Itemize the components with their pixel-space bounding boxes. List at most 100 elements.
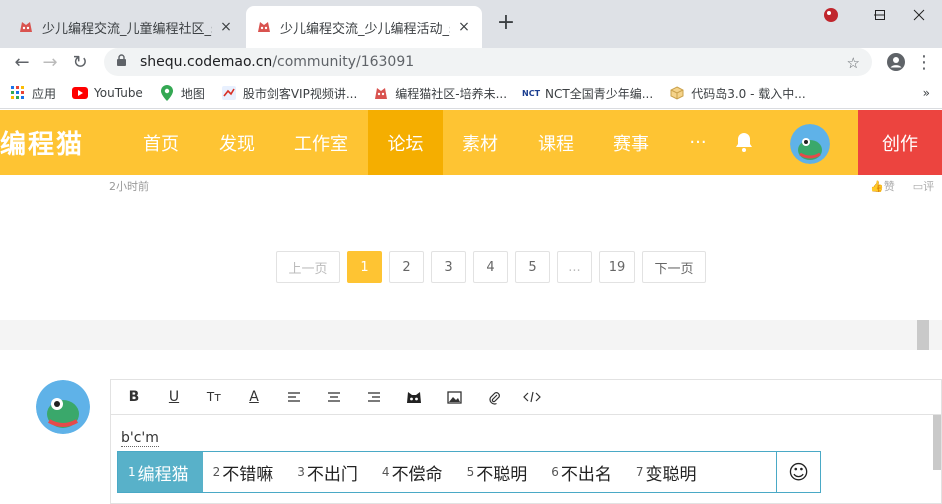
- apps-grid-icon: [10, 85, 26, 101]
- comment-button[interactable]: ▭评: [913, 178, 934, 194]
- image-icon[interactable]: [443, 387, 465, 407]
- nav-courses[interactable]: 课程: [529, 110, 583, 175]
- browser-tab-2[interactable]: 少儿编程交流_少儿编程活动_scra ×: [246, 6, 482, 48]
- font-color-icon[interactable]: A: [243, 387, 265, 407]
- smiley-icon[interactable]: ☺: [776, 452, 820, 492]
- browser-toolbar: ← → ↻ shequ.codemao.cn/community/163091 …: [0, 48, 942, 78]
- editor-toolbar: B U Tт A: [111, 380, 941, 415]
- post-time: 2小时前: [109, 180, 149, 193]
- nav-forum[interactable]: 论坛: [368, 110, 443, 175]
- nav-more[interactable]: ···: [676, 110, 720, 175]
- page-button-2[interactable]: 2: [389, 251, 424, 283]
- candidate-text: 不出门: [306, 464, 358, 485]
- forward-icon[interactable]: →: [38, 50, 62, 74]
- ime-candidate-3[interactable]: 3 不出门: [287, 452, 372, 492]
- comment-label: 评: [923, 180, 935, 193]
- like-label: 赞: [883, 180, 895, 193]
- profile-icon[interactable]: [884, 50, 908, 74]
- align-center-icon[interactable]: [323, 387, 345, 407]
- bookmark-codeisland[interactable]: 代码岛3.0 - 载入中...: [661, 85, 814, 102]
- nav-materials[interactable]: 素材: [453, 110, 507, 175]
- bookmark-label: 地图: [180, 86, 205, 101]
- editor-input-text[interactable]: b'c'm: [121, 430, 159, 447]
- nav-home[interactable]: 首页: [134, 110, 188, 175]
- page-ellipsis: ...: [557, 251, 592, 283]
- ime-candidate-5[interactable]: 5 不聪明: [457, 452, 542, 492]
- menu-kebab-icon[interactable]: ⋮: [912, 50, 936, 74]
- ime-candidate-6[interactable]: 6 不出名: [541, 452, 626, 492]
- url-path: /community/163091: [272, 54, 415, 70]
- header-avatar[interactable]: [790, 124, 830, 164]
- address-bar[interactable]: shequ.codemao.cn/community/163091 ☆: [104, 48, 872, 76]
- bookmark-star-icon[interactable]: ☆: [847, 54, 860, 72]
- bookmark-label: 股市剑客VIP视频讲...: [242, 86, 358, 101]
- ime-candidate-2[interactable]: 2 不错嘛: [203, 452, 288, 492]
- ime-candidate-1[interactable]: 1 编程猫: [118, 452, 203, 492]
- codemao-favicon-icon: [256, 19, 272, 35]
- maps-pin-icon: [159, 85, 175, 101]
- bookmark-nct[interactable]: NCT NCT全国青少年编...: [515, 85, 661, 102]
- codemao-icon: [373, 85, 389, 101]
- page-button-1[interactable]: 1: [347, 251, 382, 283]
- tab-strip: 少儿编程交流_儿童编程社区_scr × 少儿编程交流_少儿编程活动_scra ×…: [0, 0, 942, 48]
- nav-discover[interactable]: 发现: [210, 110, 264, 175]
- bookmark-label: 代码岛3.0 - 载入中...: [691, 86, 806, 101]
- bold-icon[interactable]: B: [123, 387, 145, 407]
- youtube-icon: [72, 85, 89, 101]
- cube-icon: [669, 85, 685, 101]
- bookmark-youtube[interactable]: YouTube: [64, 85, 151, 101]
- page-button-5[interactable]: 5: [515, 251, 550, 283]
- bookmarks-bar: 应用 YouTube 地图 股市剑客VIP视频讲... 编程猫社区-培养未...…: [0, 78, 942, 109]
- like-button[interactable]: 👍赞: [870, 178, 895, 194]
- align-right-icon[interactable]: [363, 387, 385, 407]
- candidate-text: 不出名: [560, 464, 612, 485]
- user-avatar[interactable]: [36, 380, 90, 434]
- ime-candidate-7[interactable]: 7 变聪明: [626, 452, 711, 492]
- text-size-icon[interactable]: Tт: [203, 387, 225, 407]
- stock-icon: [221, 85, 237, 101]
- page-button-19[interactable]: 19: [599, 251, 635, 283]
- ime-candidate-bar: 1 编程猫 2 不错嘛 3 不出门 4 不偿命 5 不聪明 6 不出名 7 变聪明 ☺: [117, 451, 821, 493]
- candidate-number: 5: [466, 465, 475, 479]
- close-window-icon[interactable]: [896, 0, 942, 30]
- candidate-text: 不偿命: [391, 464, 443, 485]
- close-tab-icon[interactable]: ×: [218, 19, 234, 35]
- prev-page-button[interactable]: 上一页: [276, 251, 340, 283]
- page-button-4[interactable]: 4: [473, 251, 508, 283]
- candidate-text: 编程猫: [137, 464, 189, 485]
- page-button-3[interactable]: 3: [431, 251, 466, 283]
- back-icon[interactable]: ←: [10, 50, 34, 74]
- tab-title: 少儿编程交流_少儿编程活动_scra: [280, 21, 450, 37]
- nav-contests[interactable]: 赛事: [604, 110, 658, 175]
- create-button[interactable]: 创作: [858, 110, 942, 175]
- cat-emoji-icon[interactable]: [403, 387, 425, 407]
- bookmark-codemao[interactable]: 编程猫社区-培养未...: [365, 85, 515, 102]
- site-logo[interactable]: 编程猫: [0, 124, 84, 161]
- bookmark-stock[interactable]: 股市剑客VIP视频讲...: [213, 85, 365, 102]
- candidate-text: 不聪明: [476, 464, 528, 485]
- browser-tab-1[interactable]: 少儿编程交流_儿童编程社区_scr ×: [8, 6, 244, 48]
- tab-title: 少儿编程交流_儿童编程社区_scr: [42, 21, 212, 37]
- bell-icon[interactable]: [732, 130, 756, 154]
- inner-scrollbar-thumb[interactable]: [917, 320, 929, 350]
- close-tab-icon[interactable]: ×: [456, 19, 472, 35]
- ime-candidate-4[interactable]: 4 不偿命: [372, 452, 457, 492]
- candidate-number: 1: [128, 465, 136, 479]
- attachment-icon[interactable]: [483, 387, 505, 407]
- bookmark-maps[interactable]: 地图: [151, 85, 213, 102]
- code-icon[interactable]: [521, 387, 543, 407]
- nav-studio[interactable]: 工作室: [286, 110, 356, 175]
- next-page-button[interactable]: 下一页: [642, 251, 706, 283]
- bookmark-apps[interactable]: 应用: [0, 85, 64, 102]
- candidate-number: 6: [551, 465, 559, 479]
- codemao-favicon-icon: [18, 19, 34, 35]
- profile-extension-icon[interactable]: [808, 0, 854, 30]
- candidate-number: 4: [381, 465, 390, 479]
- underline-icon[interactable]: U: [163, 387, 185, 407]
- align-left-icon[interactable]: [283, 387, 305, 407]
- bookmarks-more-icon[interactable]: »: [915, 86, 938, 100]
- candidate-number: 7: [635, 465, 644, 479]
- reload-icon[interactable]: ↻: [68, 50, 92, 74]
- candidate-number: 2: [212, 465, 221, 479]
- new-tab-button[interactable]: +: [494, 12, 518, 36]
